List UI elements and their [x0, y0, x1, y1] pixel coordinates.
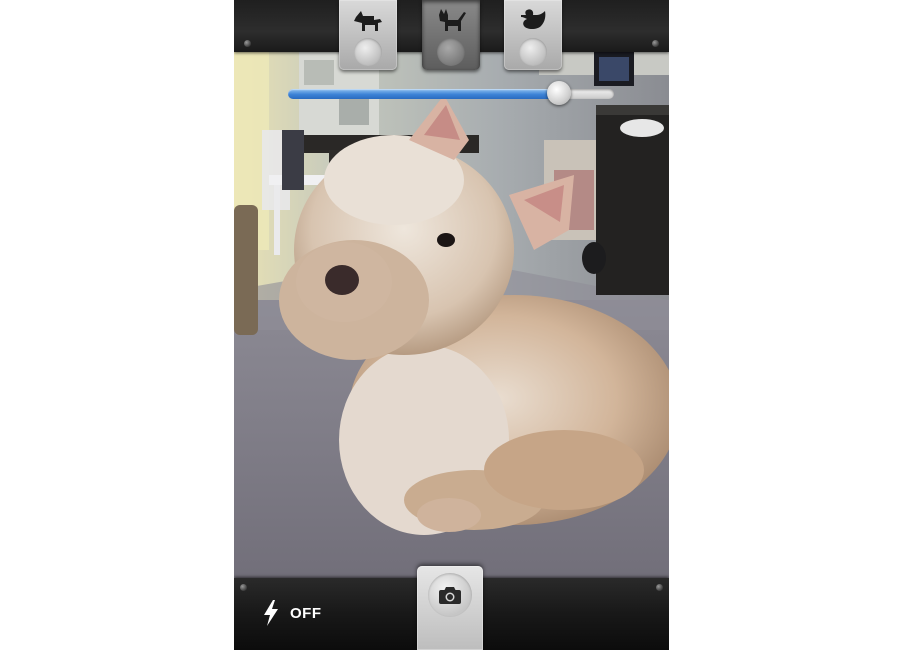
mode-knob	[437, 38, 465, 66]
mode-tab-dog[interactable]	[339, 0, 397, 70]
mode-tab-duck[interactable]	[504, 0, 562, 70]
flash-toggle-button[interactable]: OFF	[262, 598, 342, 628]
screw-decoration	[652, 40, 659, 47]
shutter-knob	[428, 573, 472, 617]
cat-icon	[439, 9, 466, 31]
mode-knob	[519, 38, 547, 66]
camera-screen: OFF	[234, 0, 669, 650]
slider-fill	[288, 89, 559, 99]
flash-status-label: OFF	[290, 604, 322, 622]
mode-knob	[354, 38, 382, 66]
mode-tab-cat[interactable]	[422, 0, 480, 70]
screw-decoration	[240, 584, 247, 591]
shutter-button[interactable]	[417, 566, 483, 650]
camera-icon	[439, 587, 461, 604]
screw-decoration	[244, 40, 251, 47]
duck-icon	[521, 9, 546, 30]
slider-thumb[interactable]	[546, 81, 571, 105]
screw-decoration	[656, 584, 663, 591]
volume-slider[interactable]	[288, 81, 614, 105]
dog-icon	[354, 11, 382, 31]
lightning-bolt-icon	[264, 600, 278, 626]
